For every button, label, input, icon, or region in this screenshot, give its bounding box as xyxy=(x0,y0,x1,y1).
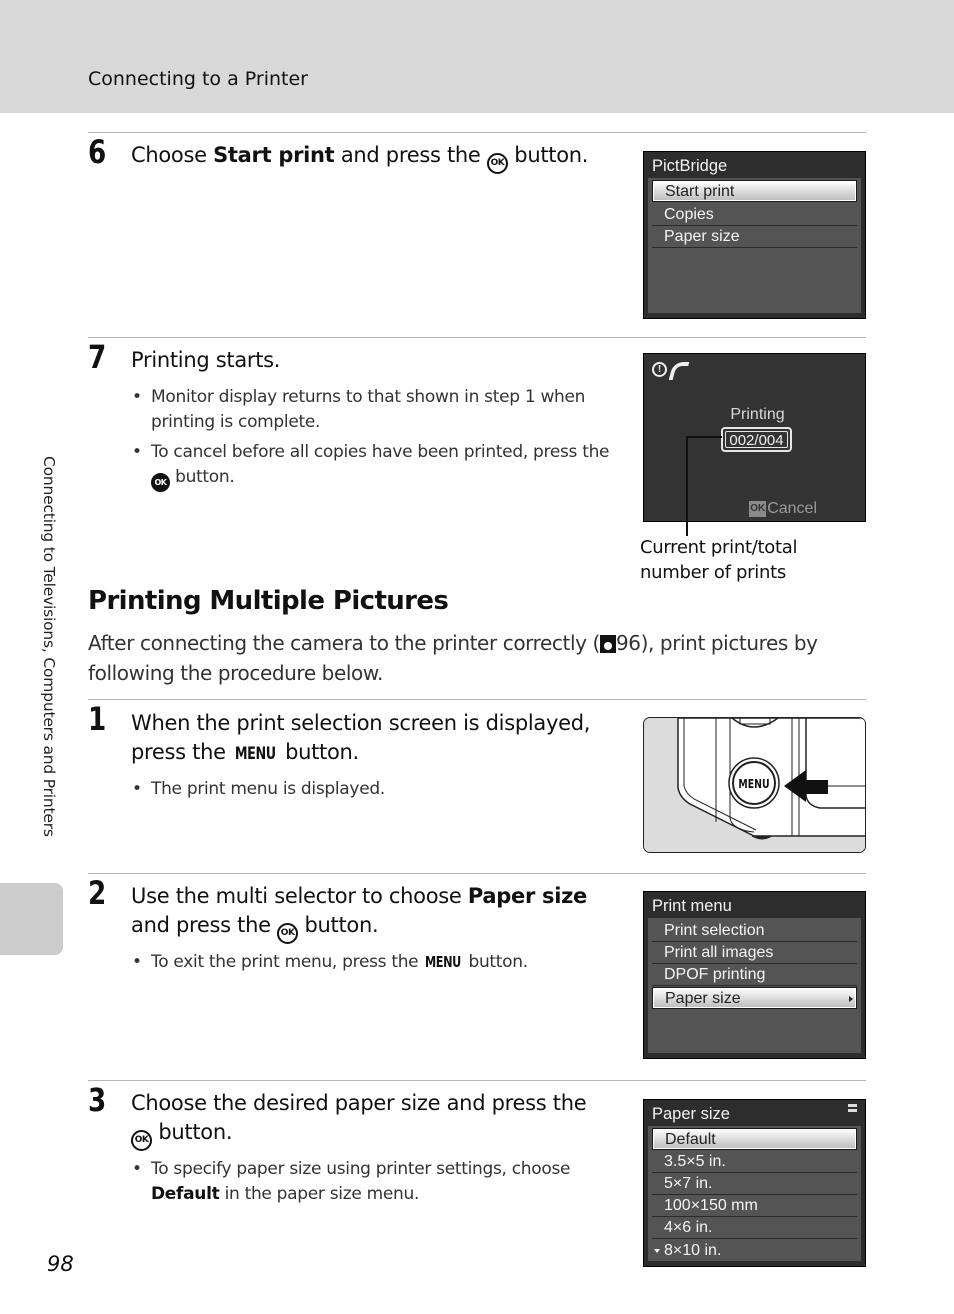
step-1-text: When the print selection screen is displ… xyxy=(131,709,611,769)
printing-status-screen: ! Printing 002/004 OK Cancel xyxy=(643,353,866,522)
screen-body: Start print Copies Paper size xyxy=(648,178,861,313)
step-number: 2 xyxy=(88,874,107,912)
print-counter: 002/004 xyxy=(721,427,792,452)
pictbridge-icon xyxy=(669,360,685,378)
ok-button-icon: OK xyxy=(277,923,299,944)
step-number: 3 xyxy=(88,1081,107,1119)
header-title: Connecting to a Printer xyxy=(88,68,308,90)
divider xyxy=(88,337,866,338)
menu-button-icon: MENU xyxy=(234,744,276,764)
bullet-item: To exit the print menu, press the MENU b… xyxy=(131,950,611,975)
chapter-side-label-text: Connecting to Televisions, Computers and… xyxy=(40,456,58,837)
warning-icon: ! xyxy=(652,361,667,377)
step-2-text: Use the multi selector to choose Paper s… xyxy=(131,882,611,944)
menu-item-paper-size[interactable]: Paper size xyxy=(652,987,857,1009)
ok-button-icon: OK xyxy=(131,1130,152,1151)
bullet-item: Monitor display returns to that shown in… xyxy=(131,385,611,435)
divider xyxy=(88,699,866,700)
chapter-tab xyxy=(0,883,63,955)
step-number: 1 xyxy=(88,700,107,738)
illustration-menu-label: MENU xyxy=(738,777,769,791)
bullet-item: The print menu is displayed. xyxy=(131,777,611,802)
screen-body: Default 3.5×5 in. 5×7 in. 100×150 mm 4×6… xyxy=(648,1126,861,1261)
divider xyxy=(88,1080,866,1081)
option-5x7[interactable]: 5×7 in. xyxy=(652,1173,857,1195)
screen-title: Print menu xyxy=(652,897,732,915)
ok-button-icon: OK xyxy=(151,473,170,492)
menu-button-icon: MENU xyxy=(425,953,462,971)
screen-title: Paper size xyxy=(652,1105,730,1123)
pictbridge-menu-screen: PictBridge Start print Copies Paper size xyxy=(643,151,866,319)
status-icons: ! xyxy=(652,360,685,378)
divider xyxy=(88,873,866,874)
callout-line xyxy=(686,436,722,438)
bullet-item: To specify paper size using printer sett… xyxy=(131,1157,611,1207)
ok-button-icon: OK xyxy=(486,153,508,174)
step-7-text: Printing starts. xyxy=(131,348,281,372)
option-100x150mm[interactable]: 100×150 mm xyxy=(652,1195,857,1217)
page-reference[interactable]: 96 xyxy=(616,631,641,655)
step-number: 6 xyxy=(88,133,107,171)
option-default[interactable]: Default xyxy=(652,1128,857,1150)
section-intro: After connecting the camera to the print… xyxy=(88,631,818,685)
page-reference-icon xyxy=(599,635,616,653)
cancel-label: Cancel xyxy=(767,500,817,517)
print-counter-value: 002/004 xyxy=(725,431,788,449)
scroll-position-icon xyxy=(848,1104,857,1113)
page-number: 98 xyxy=(47,1252,74,1276)
bullet-item: To cancel before all copies have been pr… xyxy=(131,440,611,492)
callout-line xyxy=(686,436,688,536)
ok-key-icon: OK xyxy=(749,501,767,517)
screen-title: PictBridge xyxy=(652,157,728,175)
camera-back-drawing: MENU xyxy=(644,718,865,852)
screen-body: Print selection Print all images DPOF pr… xyxy=(648,918,861,1053)
scroll-down-icon xyxy=(654,1249,660,1253)
section-title: Printing Multiple Pictures xyxy=(88,586,449,616)
step-number: 7 xyxy=(88,338,107,376)
option-8x10[interactable]: 8×10 in. xyxy=(652,1240,857,1262)
callout-label: Current print/total number of prints xyxy=(640,537,798,583)
paper-size-screen: Paper size Default 3.5×5 in. 5×7 in. 100… xyxy=(643,1099,866,1267)
emphasis: Paper size xyxy=(467,884,587,908)
step-6-text: Choose Start print and press the OK butt… xyxy=(131,141,611,174)
menu-item-dpof-printing[interactable]: DPOF printing xyxy=(652,964,857,986)
cancel-hint[interactable]: OK Cancel xyxy=(749,500,817,518)
menu-item-paper-size[interactable]: Paper size xyxy=(652,226,857,248)
chapter-side-label: Connecting to Televisions, Computers and… xyxy=(36,456,66,876)
step-3-text: Choose the desired paper size and press … xyxy=(131,1089,611,1151)
camera-menu-button-illustration: MENU xyxy=(643,717,866,853)
menu-item-print-selection[interactable]: Print selection xyxy=(652,920,857,942)
menu-item-print-all-images[interactable]: Print all images xyxy=(652,942,857,964)
divider xyxy=(88,132,866,133)
menu-item-copies[interactable]: Copies xyxy=(652,204,857,226)
submenu-arrow-icon xyxy=(849,996,853,1002)
emphasis: Start print xyxy=(213,143,335,167)
option-3-5x5[interactable]: 3.5×5 in. xyxy=(652,1151,857,1173)
menu-item-start-print[interactable]: Start print xyxy=(652,180,857,202)
page-header: Connecting to a Printer xyxy=(0,0,954,113)
printing-label: Printing xyxy=(730,406,785,423)
print-menu-screen: Print menu Print selection Print all ima… xyxy=(643,891,866,1059)
option-4x6[interactable]: 4×6 in. xyxy=(652,1217,857,1239)
